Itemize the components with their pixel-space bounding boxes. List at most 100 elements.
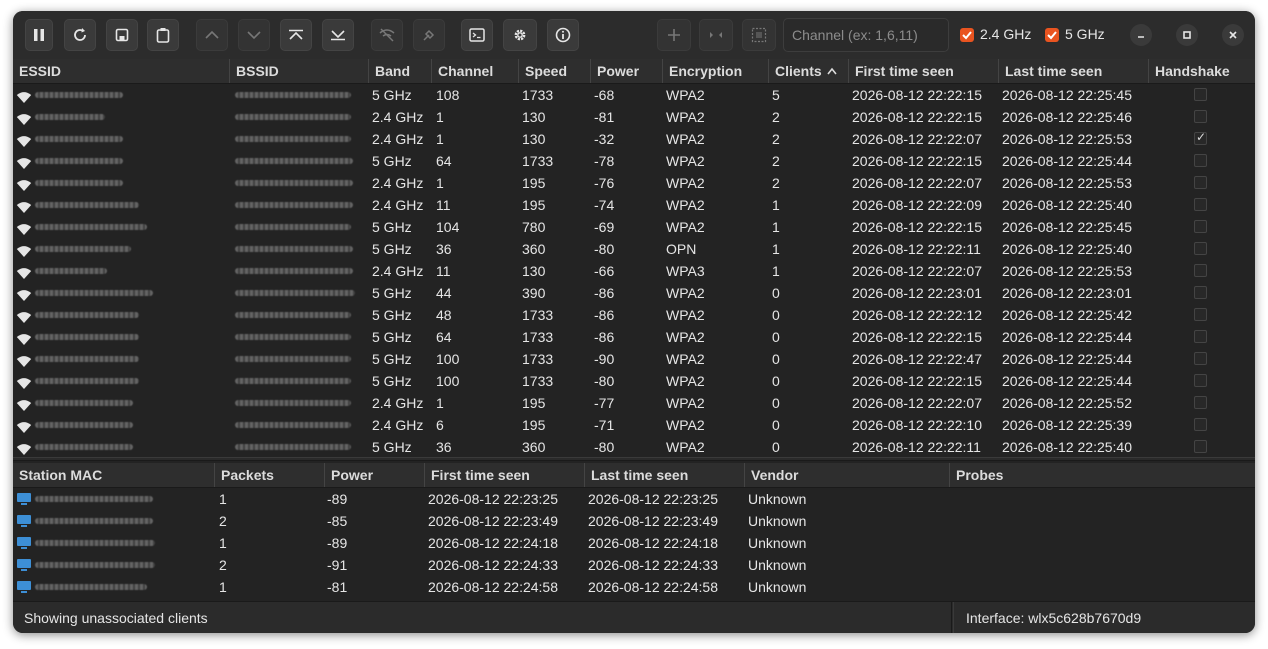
move-down-button[interactable] bbox=[238, 19, 270, 51]
ap-first-cell: 2026-08-12 22:22:15 bbox=[852, 219, 982, 235]
handshake-checkbox[interactable] bbox=[1194, 374, 1207, 387]
station-table-row[interactable]: 2 -85 2026-08-12 22:23:49 2026-08-12 22:23:… bbox=[13, 510, 1255, 532]
scroll-bottom-button[interactable] bbox=[322, 19, 354, 51]
terminal-button[interactable] bbox=[461, 19, 493, 51]
ap-col-first[interactable]: First time seen bbox=[848, 59, 998, 83]
station-table-row[interactable]: 1 -89 2026-08-12 22:24:18 2026-08-12 22:24:… bbox=[13, 532, 1255, 554]
handshake-checkbox[interactable] bbox=[1194, 308, 1207, 321]
handshake-checkbox[interactable] bbox=[1194, 286, 1207, 299]
collapse-button[interactable] bbox=[699, 19, 733, 51]
handshake-checkbox[interactable] bbox=[1194, 220, 1207, 233]
channel-input[interactable]: Channel (ex: 1,6,11) bbox=[783, 18, 949, 52]
settings-button[interactable] bbox=[503, 19, 537, 51]
ap-power-cell: -81 bbox=[594, 109, 615, 125]
ap-table-row[interactable]: 5 GHz 64 1733 -78 WPA2 2 2026-08-12 22:22:15 20… bbox=[13, 150, 1255, 172]
ap-enc-cell: WPA2 bbox=[666, 175, 705, 191]
ap-table-row[interactable]: 5 GHz 36 360 -80 WPA2 0 2026-08-12 22:22:11 202… bbox=[13, 436, 1255, 458]
ap-table-row[interactable]: 5 GHz 36 360 -80 OPN 1 2026-08-12 22:22:11 2026… bbox=[13, 238, 1255, 260]
handshake-checkbox[interactable] bbox=[1194, 88, 1207, 101]
ap-power-cell: -68 bbox=[594, 87, 615, 103]
collapse-icon bbox=[710, 32, 722, 38]
station-col-mac[interactable]: Station MAC bbox=[13, 463, 214, 487]
deauth-button[interactable] bbox=[371, 19, 403, 51]
clipboard-button[interactable] bbox=[147, 19, 179, 51]
ap-power-cell: -80 bbox=[594, 373, 615, 389]
handshake-checkbox[interactable] bbox=[1194, 110, 1207, 123]
handshake-checkbox[interactable] bbox=[1194, 440, 1207, 453]
station-table-row[interactable]: 1 -81 2026-08-12 22:24:58 2026-08-12 22:24:… bbox=[13, 576, 1255, 598]
ap-col-clients[interactable]: Clients bbox=[768, 59, 848, 83]
ap-first-cell: 2026-08-12 22:22:07 bbox=[852, 395, 982, 411]
minimize-button[interactable] bbox=[1130, 24, 1152, 46]
ap-table-row[interactable]: 5 GHz 64 1733 -86 WPA2 0 2026-08-12 22:22:15 20… bbox=[13, 326, 1255, 348]
ap-table-row[interactable]: 5 GHz 44 390 -86 WPA2 0 2026-08-12 22:23:01 202… bbox=[13, 282, 1255, 304]
ap-last-cell: 2026-08-12 22:25:53 bbox=[1002, 175, 1132, 191]
station-col-probes[interactable]: Probes bbox=[949, 463, 1255, 487]
ap-power-cell: -80 bbox=[594, 439, 615, 455]
handshake-checkbox[interactable] bbox=[1194, 418, 1207, 431]
station-col-first[interactable]: First time seen bbox=[424, 463, 584, 487]
ap-col-power[interactable]: Power bbox=[590, 59, 662, 83]
refresh-button[interactable] bbox=[64, 19, 96, 51]
handshake-checkbox[interactable] bbox=[1194, 396, 1207, 409]
ap-col-band[interactable]: Band bbox=[368, 59, 431, 83]
ap-table-row[interactable]: 2.4 GHz 1 195 -77 WPA2 0 2026-08-12 22:22:07 20… bbox=[13, 392, 1255, 414]
station-col-last[interactable]: Last time seen bbox=[584, 463, 744, 487]
ap-table-row[interactable]: 2.4 GHz 6 195 -71 WPA2 0 2026-08-12 22:22:10 20… bbox=[13, 414, 1255, 436]
ap-table-row[interactable]: 2.4 GHz 11 130 -66 WPA3 1 2026-08-12 22:22:07 2… bbox=[13, 260, 1255, 282]
attack-button[interactable] bbox=[413, 19, 445, 51]
ap-first-cell: 2026-08-12 22:22:47 bbox=[852, 351, 982, 367]
station-table-row[interactable]: 2 -91 2026-08-12 22:24:33 2026-08-12 22:24:… bbox=[13, 554, 1255, 576]
maximize-button[interactable] bbox=[1176, 24, 1198, 46]
ap-band-cell: 5 GHz bbox=[372, 329, 412, 345]
ap-col-handshake[interactable]: Handshake bbox=[1148, 59, 1255, 83]
ap-power-cell: -66 bbox=[594, 263, 615, 279]
ap-col-last[interactable]: Last time seen bbox=[998, 59, 1148, 83]
move-up-button[interactable] bbox=[196, 19, 228, 51]
select-button[interactable] bbox=[742, 19, 776, 51]
station-col-packets[interactable]: Packets bbox=[214, 463, 324, 487]
add-button[interactable] bbox=[657, 19, 691, 51]
ap-power-cell: -76 bbox=[594, 175, 615, 191]
station-table-row[interactable]: 1 -89 2026-08-12 22:23:25 2026-08-12 22:23:… bbox=[13, 488, 1255, 510]
ap-table-row[interactable]: 5 GHz 100 1733 -90 WPA2 0 2026-08-12 22:22:47 2… bbox=[13, 348, 1255, 370]
ap-table-row[interactable]: 2.4 GHz 1 130 -81 WPA2 2 2026-08-12 22:22:15 20… bbox=[13, 106, 1255, 128]
ap-enc-cell: WPA2 bbox=[666, 307, 705, 323]
ap-clients-cell: 0 bbox=[772, 285, 780, 301]
handshake-checkbox[interactable] bbox=[1194, 330, 1207, 343]
ap-table-row[interactable]: 5 GHz 108 1733 -68 WPA2 5 2026-08-12 22:22:15 2… bbox=[13, 84, 1255, 106]
ap-table-row[interactable]: 2.4 GHz 11 195 -74 WPA2 1 2026-08-12 22:22:09 2… bbox=[13, 194, 1255, 216]
ap-table-row[interactable]: 2.4 GHz 1 195 -76 WPA2 2 2026-08-12 22:22:07 20… bbox=[13, 172, 1255, 194]
about-button[interactable] bbox=[547, 19, 579, 51]
handshake-checkbox[interactable] bbox=[1194, 176, 1207, 189]
ap-table-row[interactable]: 5 GHz 48 1733 -86 WPA2 0 2026-08-12 22:22:12 20… bbox=[13, 304, 1255, 326]
wifi-icon bbox=[16, 418, 32, 433]
ap-col-bssid[interactable]: BSSID bbox=[229, 59, 368, 83]
handshake-checkbox[interactable] bbox=[1194, 130, 1207, 145]
station-first-cell: 2026-08-12 22:24:33 bbox=[428, 557, 558, 573]
pane-divider[interactable] bbox=[13, 457, 1255, 461]
ap-col-channel[interactable]: Channel bbox=[431, 59, 518, 83]
ap-last-cell: 2026-08-12 22:25:40 bbox=[1002, 197, 1132, 213]
scroll-top-button[interactable] bbox=[280, 19, 312, 51]
ap-speed-cell: 390 bbox=[522, 285, 546, 301]
band-24-checkbox[interactable] bbox=[960, 28, 974, 42]
ap-col-enc[interactable]: Encryption bbox=[662, 59, 768, 83]
ap-speed-cell: 1733 bbox=[522, 307, 554, 323]
handshake-checkbox[interactable] bbox=[1194, 198, 1207, 211]
ap-col-speed[interactable]: Speed bbox=[518, 59, 590, 83]
ap-col-essid[interactable]: ESSID bbox=[13, 59, 229, 83]
pause-button[interactable] bbox=[25, 19, 53, 51]
ap-table-row[interactable]: 5 GHz 100 1733 -80 WPA2 0 2026-08-12 22:22:15 2… bbox=[13, 370, 1255, 392]
band-5-checkbox[interactable] bbox=[1045, 28, 1059, 42]
handshake-checkbox[interactable] bbox=[1194, 352, 1207, 365]
close-button[interactable] bbox=[1222, 24, 1244, 46]
station-col-vendor[interactable]: Vendor bbox=[744, 463, 949, 487]
save-button[interactable] bbox=[106, 19, 138, 51]
handshake-checkbox[interactable] bbox=[1194, 242, 1207, 255]
handshake-checkbox[interactable] bbox=[1194, 264, 1207, 277]
ap-table-row[interactable]: 5 GHz 104 780 -69 WPA2 1 2026-08-12 22:22:15 20… bbox=[13, 216, 1255, 238]
handshake-checkbox[interactable] bbox=[1194, 154, 1207, 167]
station-col-power[interactable]: Power bbox=[324, 463, 424, 487]
ap-table-row[interactable]: 2.4 GHz 1 130 -32 WPA2 2 2026-08-12 22:22:07 20… bbox=[13, 128, 1255, 150]
